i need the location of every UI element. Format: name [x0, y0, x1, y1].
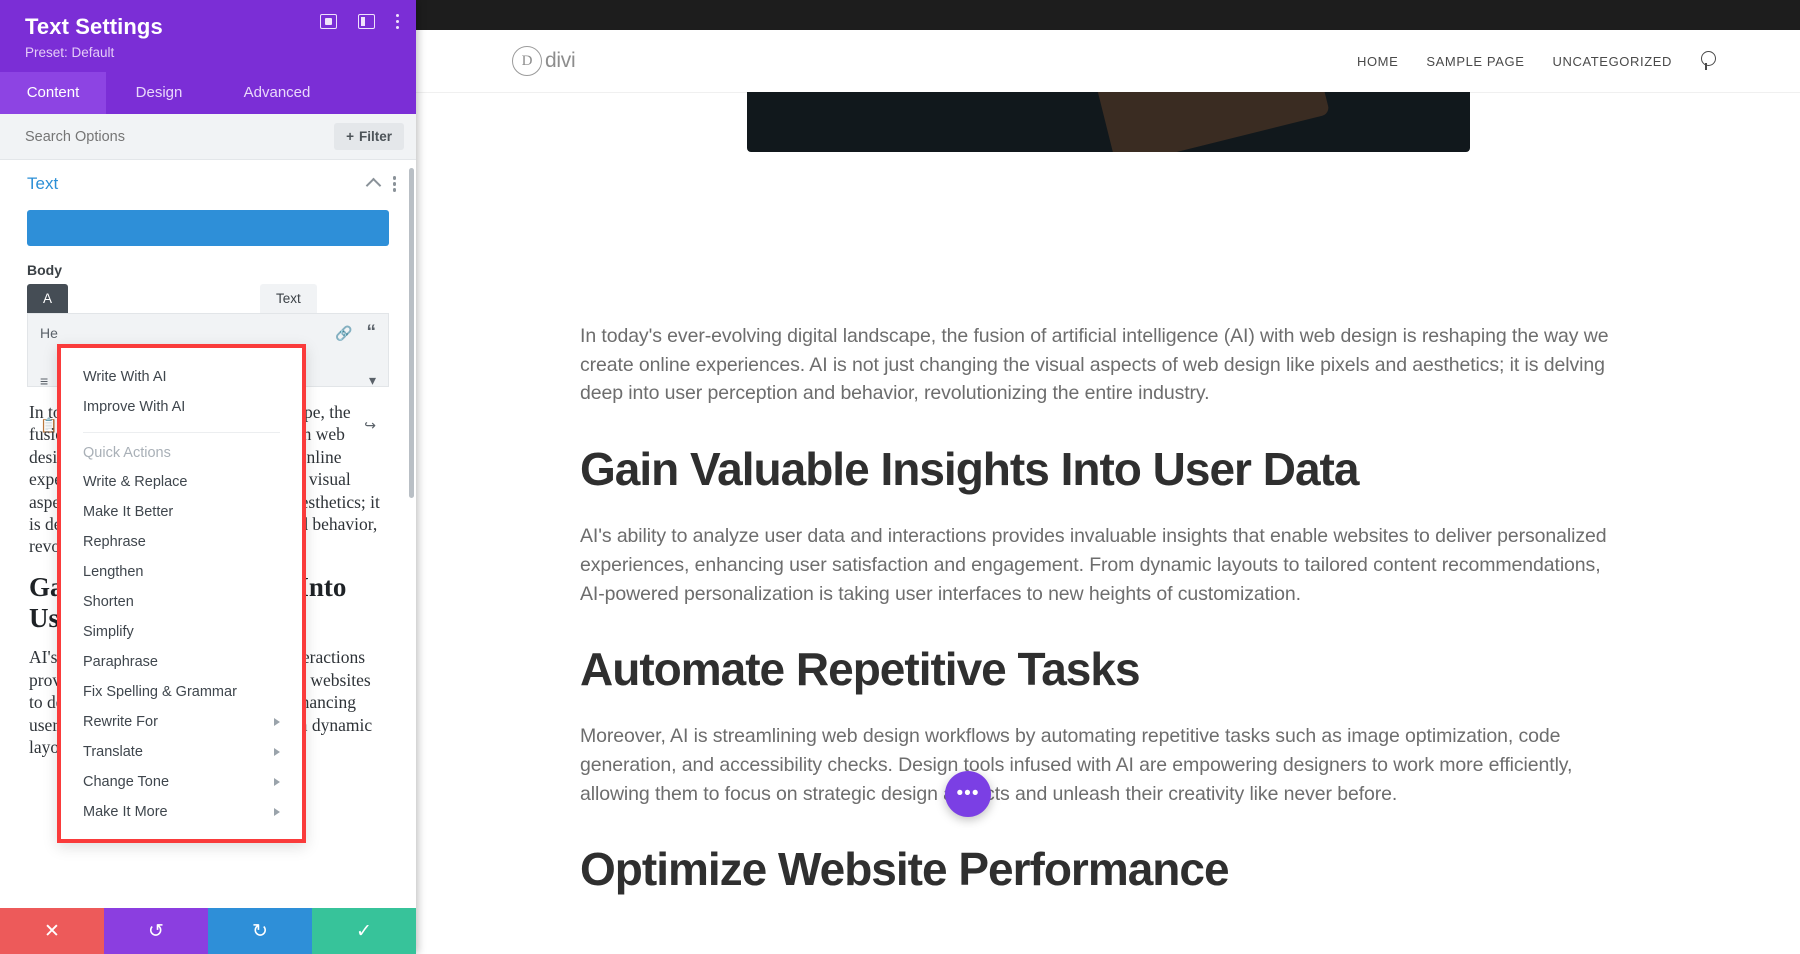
content-field-highlight[interactable]	[27, 210, 389, 246]
body-field-label: Body	[27, 262, 62, 278]
menu-item-improve-with-ai[interactable]: Improve With AI	[61, 392, 302, 422]
redo-button[interactable]: ↻	[208, 908, 312, 954]
menu-item-label: Shorten	[83, 594, 134, 610]
search-input[interactable]	[25, 128, 335, 145]
article-heading-3: Optimize Website Performance	[580, 843, 1230, 896]
menu-item-label: Make It More	[83, 804, 168, 820]
panel-scrollbar[interactable]	[409, 168, 414, 498]
menu-item-label: Lengthen	[83, 564, 144, 580]
filter-button[interactable]: + Filter	[334, 123, 404, 150]
menu-item-label: Make It Better	[83, 504, 174, 520]
tab-content[interactable]: Content	[0, 72, 106, 114]
cancel-button[interactable]: ✕	[0, 908, 104, 954]
menu-item-translate[interactable]: Translate	[61, 737, 302, 767]
menu-item-label: Rephrase	[83, 534, 146, 550]
chevron-right-icon	[274, 808, 280, 816]
menu-item-lengthen[interactable]: Lengthen	[61, 557, 302, 587]
section-header-text: Text	[0, 160, 416, 204]
nav-item-home[interactable]: HOME	[1357, 54, 1398, 69]
menu-item-fix-spelling-and-grammar[interactable]: Fix Spelling & Grammar	[61, 677, 302, 707]
chevron-up-icon[interactable]	[365, 178, 381, 194]
link-icon[interactable]: 🔗	[335, 325, 352, 342]
menu-item-label: Paraphrase	[83, 654, 158, 670]
menu-item-rephrase[interactable]: Rephrase	[61, 527, 302, 557]
menu-item-rewrite-for[interactable]: Rewrite For	[61, 707, 302, 737]
editor-tabs: A Text	[0, 284, 416, 313]
filter-button-label: Filter	[358, 129, 392, 144]
text-tab[interactable]: Text	[260, 284, 317, 313]
builder-fab-button[interactable]: •••	[945, 771, 991, 817]
menu-item-paraphrase[interactable]: Paraphrase	[61, 647, 302, 677]
tab-advanced[interactable]: Advanced	[212, 72, 342, 114]
heading-dropdown[interactable]: He	[40, 325, 58, 341]
more-options-icon[interactable]	[395, 14, 399, 30]
menu-item-label: Write With AI	[83, 369, 167, 385]
redo-icon[interactable]: ↪	[364, 417, 376, 434]
menu-item-make-it-more[interactable]: Make It More	[61, 797, 302, 827]
hero-image	[746, 92, 1470, 152]
article-paragraph-2: AI's ability to analyze user data and in…	[580, 525, 1607, 605]
nav-item-uncategorized[interactable]: UNCATEGORIZED	[1552, 54, 1672, 69]
menu-item-label: Translate	[83, 744, 143, 760]
panel-body: Text Body A Text He 🔗 “ ≡ ▾ 📋 ↪ In the f…	[0, 160, 416, 908]
panel-tabs: Content Design Advanced	[0, 72, 416, 114]
menu-item-write-and-replace[interactable]: Write & Replace	[61, 467, 302, 497]
menu-item-shorten[interactable]: Shorten	[61, 587, 302, 617]
more-icon[interactable]: ▾	[369, 372, 376, 389]
focus-mode-icon[interactable]	[319, 14, 337, 30]
menu-item-label: Rewrite For	[83, 714, 158, 730]
visual-tab[interactable]: A	[27, 284, 69, 313]
undo-button[interactable]: ↺	[104, 908, 208, 954]
search-icon[interactable]	[1700, 51, 1720, 71]
kebab-menu-icon[interactable]	[392, 176, 396, 192]
plus-icon: +	[346, 129, 354, 144]
blockquote-icon[interactable]: “	[367, 322, 377, 344]
divi-logo-icon: D	[512, 46, 542, 76]
preview-top-strip	[416, 0, 1800, 30]
layout-toggle-icon[interactable]	[357, 14, 375, 30]
chevron-right-icon	[274, 748, 280, 756]
menu-item-write-with-ai[interactable]: Write With AI	[61, 362, 302, 392]
menu-item-simplify[interactable]: Simplify	[61, 617, 302, 647]
align-icon[interactable]: ≡	[40, 373, 48, 389]
article-content: In today's ever-evolving digital landsca…	[416, 152, 1800, 897]
article-heading-2: Automate Repetitive Tasks	[580, 643, 1141, 696]
section-title[interactable]: Text	[27, 174, 58, 194]
menu-group-label-quick-actions: Quick Actions	[83, 445, 171, 461]
menu-item-label: Simplify	[83, 624, 134, 640]
text-settings-panel: Text Settings Preset: Default Content De…	[0, 0, 416, 954]
menu-item-label: Write & Replace	[83, 474, 188, 490]
article-paragraph-1: In today's ever-evolving digital landsca…	[580, 325, 1609, 405]
menu-item-label: Improve With AI	[83, 399, 186, 415]
preset-selector[interactable]: Preset: Default	[25, 45, 396, 60]
site-header: D divi HOME SAMPLE PAGE UNCATEGORIZED	[416, 30, 1800, 92]
menu-item-change-tone[interactable]: Change Tone	[61, 767, 302, 797]
divi-builder-screen: D divi HOME SAMPLE PAGE UNCATEGORIZED In…	[0, 0, 1800, 954]
menu-item-label: Change Tone	[83, 774, 170, 790]
menu-item-make-it-better[interactable]: Make It Better	[61, 497, 302, 527]
nav-item-sample-page[interactable]: SAMPLE PAGE	[1426, 54, 1524, 69]
panel-action-bar: ✕ ↺ ↻ ✓	[0, 908, 416, 954]
logo-text: divi	[545, 49, 576, 72]
article-heading-1: Gain Valuable Insights Into User Data	[580, 442, 1359, 495]
search-row: + Filter	[0, 114, 416, 160]
ai-dropdown-menu: Write With AI Improve With AI Quick Acti…	[61, 348, 302, 839]
ai-dropdown-menu-highlight: Write With AI Improve With AI Quick Acti…	[57, 344, 306, 843]
article-paragraph-3: Moreover, AI is streamlining web design …	[580, 725, 1573, 805]
menu-item-label: Fix Spelling & Grammar	[83, 684, 237, 700]
site-nav: HOME SAMPLE PAGE UNCATEGORIZED	[1357, 51, 1720, 71]
panel-header-icons	[319, 14, 399, 30]
panel-header: Text Settings Preset: Default	[0, 0, 416, 72]
tab-design[interactable]: Design	[106, 72, 212, 114]
chevron-right-icon	[274, 718, 280, 726]
site-preview: D divi HOME SAMPLE PAGE UNCATEGORIZED In…	[416, 0, 1800, 954]
chevron-right-icon	[274, 778, 280, 786]
save-button[interactable]: ✓	[312, 908, 416, 954]
site-logo[interactable]: D divi	[512, 46, 576, 76]
